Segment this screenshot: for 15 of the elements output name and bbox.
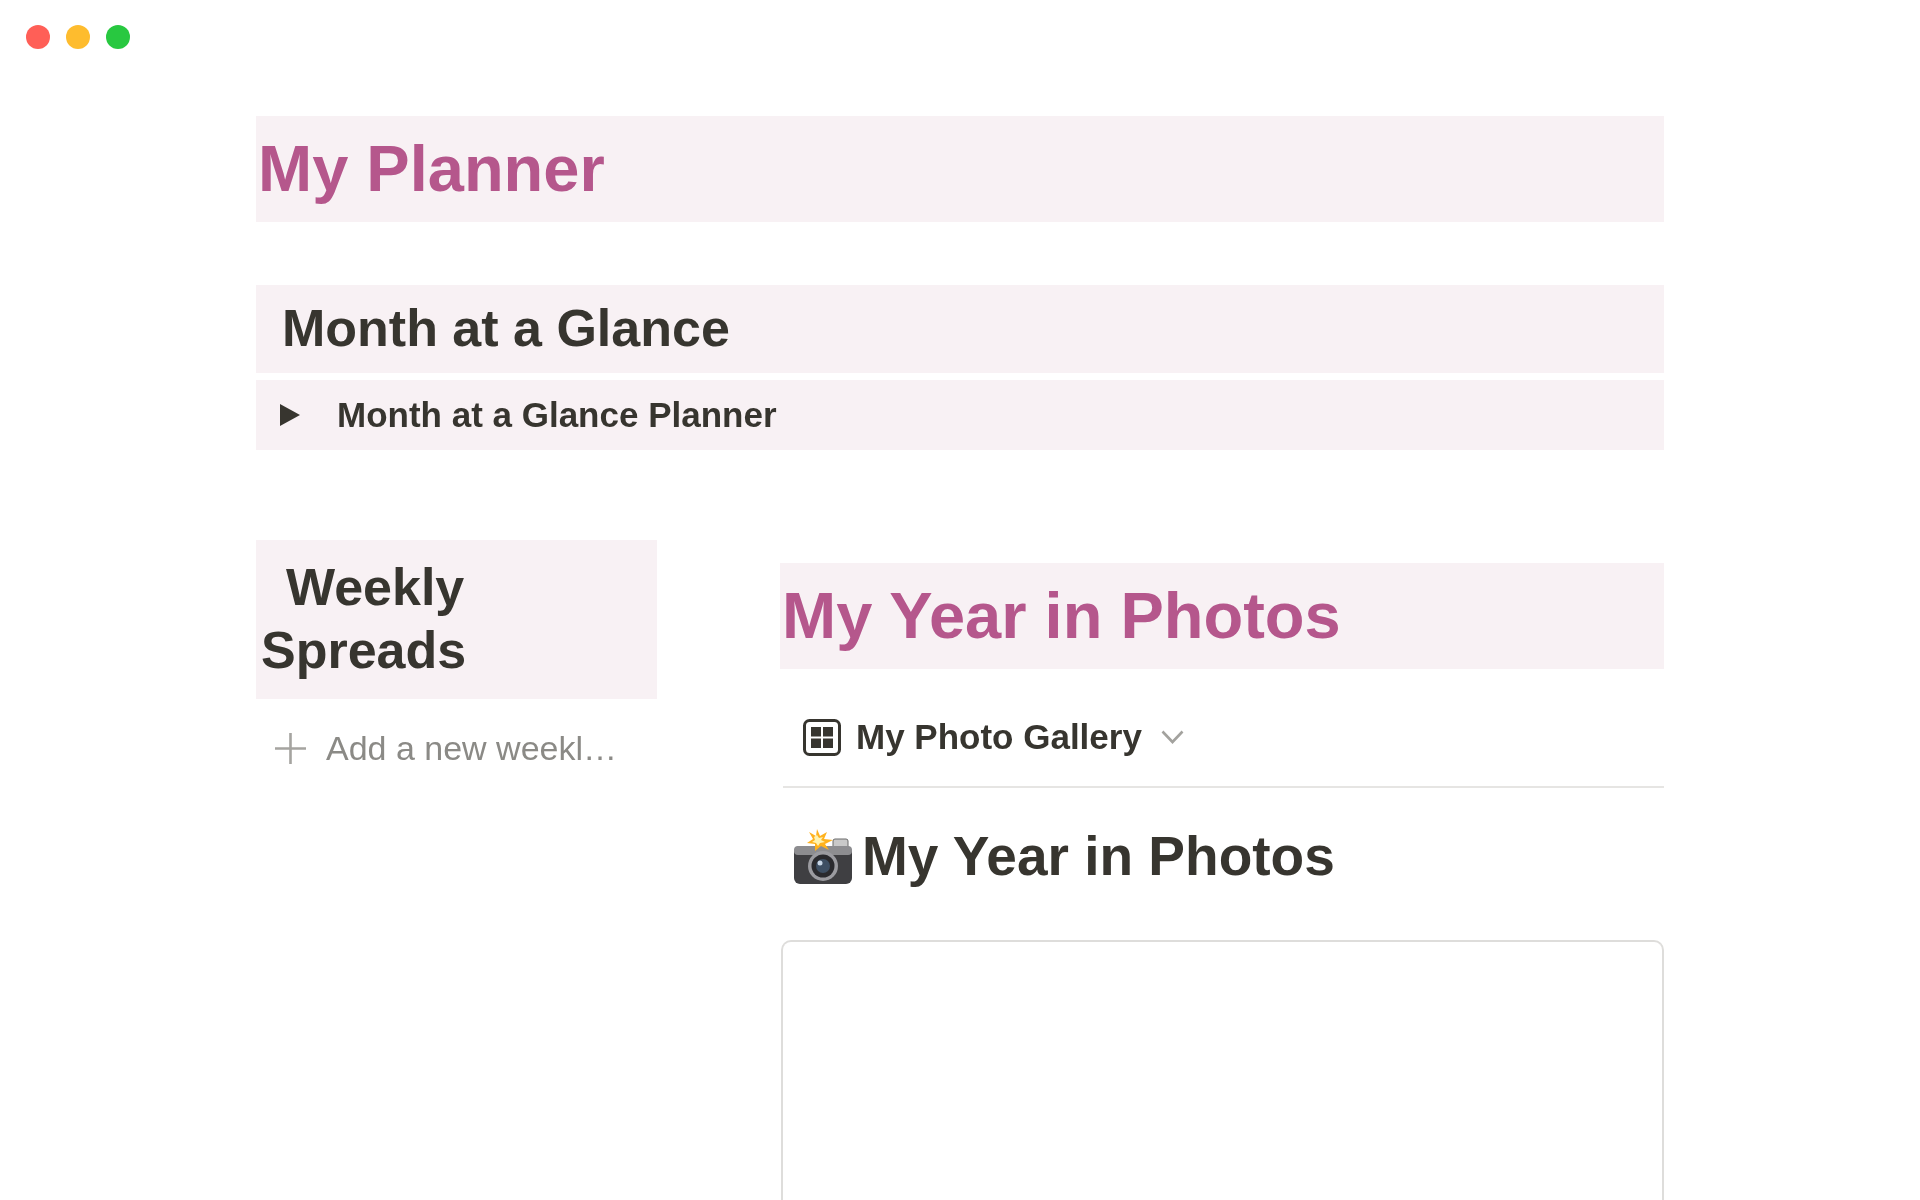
page-title: My Planner [258,131,605,207]
section-title: My Year in Photos [782,578,1341,654]
gallery-title: My Year in Photos [862,825,1335,889]
grid-icon [803,718,841,756]
section-heading: Month at a Glance [282,299,730,359]
section-heading: Weekly Spreads [261,557,468,681]
triangle-icon[interactable] [280,404,300,426]
plus-icon [275,732,306,764]
window-close-icon[interactable] [26,25,50,49]
view-select-button[interactable]: My Photo Gallery [780,713,1190,761]
camera-flash-icon [793,829,853,885]
window-minimize-icon[interactable] [66,25,90,49]
window-zoom-icon[interactable] [106,25,130,49]
toggle-title: Month at a Glance Planner [337,394,777,436]
chevron-down-icon [1160,730,1184,744]
